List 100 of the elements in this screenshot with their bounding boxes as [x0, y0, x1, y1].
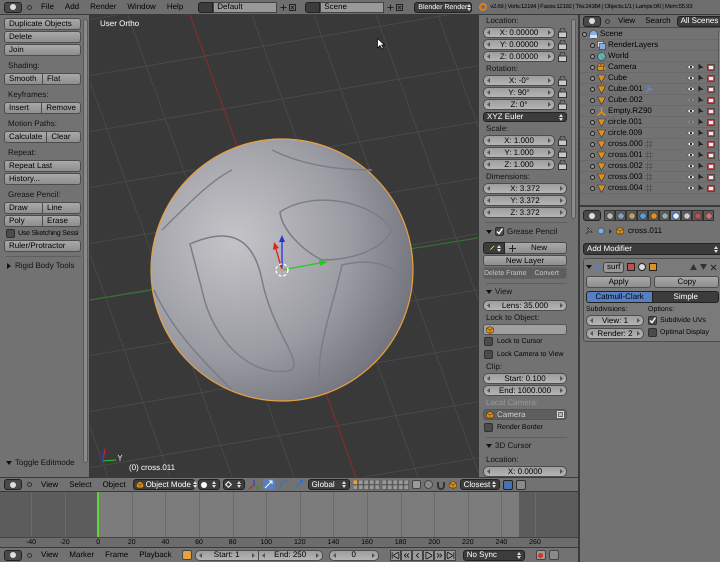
lock-icon[interactable] — [558, 40, 567, 50]
number-field[interactable]: X: 0.0000 — [483, 466, 567, 477]
panel-title[interactable]: Grease Pencil — [507, 228, 558, 236]
outliner-row[interactable]: Scene — [580, 29, 720, 40]
number-field[interactable]: 0 — [328, 550, 379, 560]
outliner-row[interactable]: Camera — [580, 62, 720, 73]
lock-icon[interactable] — [558, 160, 567, 170]
modifier-name-field[interactable]: surf — [603, 262, 624, 272]
number-field[interactable]: X: 1.000 — [483, 135, 555, 146]
eye-icon[interactable] — [687, 86, 696, 92]
move-arrow-icon[interactable] — [262, 479, 275, 490]
lock-icon[interactable] — [558, 100, 567, 110]
expanded-triangle-icon[interactable] — [486, 228, 492, 235]
record-icon[interactable] — [536, 550, 546, 560]
panel-title[interactable]: 3D Cursor — [495, 442, 532, 450]
outliner-row[interactable]: cross.001 — [580, 150, 720, 161]
tool-button[interactable]: Join — [4, 44, 81, 56]
number-field[interactable]: Z: 1.000 — [483, 159, 555, 170]
jump-to-end-icon[interactable] — [444, 550, 456, 560]
mode-dropdown[interactable]: Object Mode — [132, 479, 195, 490]
display-mode-dropdown[interactable]: All Scenes — [676, 16, 720, 26]
outliner-row[interactable]: circle.001 — [580, 117, 720, 128]
3d-viewport[interactable]: User Ortho (0) cross.011 — [90, 15, 478, 477]
editor-type-button[interactable] — [4, 479, 22, 490]
subdivision-type-tab[interactable]: Simple — [653, 291, 720, 303]
object-field[interactable] — [483, 324, 567, 336]
number-field[interactable]: End: 1000.000 — [483, 385, 567, 396]
number-field[interactable]: Lens: 35.000 — [483, 300, 567, 312]
checkbox[interactable] — [648, 316, 657, 325]
add-modifier-dropdown[interactable]: Add Modifier — [583, 243, 720, 255]
manipulator-icon[interactable] — [248, 479, 260, 490]
number-field[interactable]: Z: 3.372 — [483, 207, 567, 218]
outliner-row[interactable]: cross.000 — [580, 139, 720, 150]
tool-button[interactable]: Erase — [43, 215, 81, 227]
number-field[interactable]: X: -0° — [483, 75, 555, 86]
tool-button[interactable]: Calculate — [4, 131, 48, 143]
tool-button[interactable]: New Layer — [483, 255, 567, 266]
checkbox[interactable] — [484, 422, 493, 432]
lock-icon[interactable] — [558, 28, 567, 38]
menu-item[interactable]: Help — [162, 3, 188, 11]
tool-button[interactable]: Remove — [42, 102, 81, 114]
apply-button[interactable]: Apply — [586, 276, 652, 288]
scrollbar[interactable] — [83, 19, 88, 463]
copy-button[interactable]: Copy — [654, 276, 720, 288]
menu-item[interactable]: File — [37, 3, 58, 11]
checkbox[interactable] — [484, 337, 493, 346]
menu-item[interactable]: View — [37, 551, 62, 559]
menu-item[interactable]: Marker — [65, 551, 98, 559]
checkbox[interactable] — [648, 328, 657, 337]
layer-grid-icon[interactable] — [352, 480, 409, 490]
eye-icon[interactable] — [687, 185, 696, 191]
scrollbar[interactable] — [571, 19, 576, 219]
lock-icon[interactable] — [558, 88, 567, 98]
tool-button[interactable]: Line — [43, 202, 81, 214]
outliner-row[interactable]: Empty.RZ90 — [580, 106, 720, 117]
snap-target-dropdown[interactable]: Closest — [460, 479, 500, 490]
number-field[interactable]: Start: 0.100 — [483, 373, 567, 384]
outliner-row[interactable]: Cube — [580, 73, 720, 84]
number-field[interactable]: X: 3.372 — [483, 183, 567, 194]
context-tab[interactable] — [604, 210, 615, 221]
outliner-row[interactable]: cross.004 — [580, 183, 720, 194]
rotation-mode-dropdown[interactable]: XYZ Euler — [483, 112, 567, 122]
tool-button[interactable]: Flat — [43, 73, 81, 85]
menu-item[interactable]: Search — [641, 17, 675, 25]
editor-type-button[interactable] — [4, 2, 22, 12]
context-tab[interactable] — [637, 210, 648, 221]
eye-icon[interactable] — [687, 141, 696, 147]
tool-button[interactable]: Insert — [4, 102, 42, 114]
panel-title[interactable]: View — [495, 288, 512, 296]
context-tab[interactable] — [670, 210, 681, 221]
context-tab[interactable] — [626, 210, 637, 221]
context-tab[interactable] — [648, 210, 659, 221]
eye-icon[interactable] — [687, 174, 696, 180]
menu-item[interactable]: Window — [123, 3, 160, 11]
eye-icon[interactable] — [687, 152, 696, 158]
operator-panel-title[interactable]: Toggle Editmode — [15, 459, 75, 467]
tool-button[interactable]: Repeat Last — [4, 160, 81, 172]
tool-button[interactable]: Poly — [4, 215, 43, 227]
play-reverse-icon[interactable] — [412, 550, 423, 560]
checkbox[interactable] — [6, 229, 15, 238]
outliner-row[interactable]: RenderLayers — [580, 40, 720, 51]
subdivision-type-tab[interactable]: Catmull-Clark — [586, 291, 654, 303]
play-icon[interactable] — [422, 550, 434, 560]
shading-dropdown[interactable] — [198, 479, 220, 490]
previous-keyframe-icon[interactable] — [400, 550, 412, 560]
tool-button[interactable]: Clear — [47, 131, 81, 143]
next-keyframe-icon[interactable] — [434, 550, 445, 560]
layout-field[interactable]: Default — [213, 2, 278, 12]
checkbox[interactable] — [495, 227, 504, 236]
menu-item[interactable]: Render — [86, 3, 120, 11]
menu-item[interactable]: Object — [98, 480, 130, 488]
number-field[interactable]: Y: 3.372 — [483, 195, 567, 206]
context-tab[interactable] — [681, 210, 692, 221]
expanded-triangle-icon[interactable] — [6, 460, 12, 466]
menu-item[interactable]: View — [614, 17, 640, 25]
magnet-icon[interactable] — [436, 480, 446, 490]
eye-icon[interactable] — [687, 108, 696, 114]
tool-button[interactable]: Ruler/Protractor — [4, 240, 81, 252]
scene-field[interactable]: Scene — [320, 2, 384, 12]
pin-icon[interactable] — [585, 227, 593, 235]
